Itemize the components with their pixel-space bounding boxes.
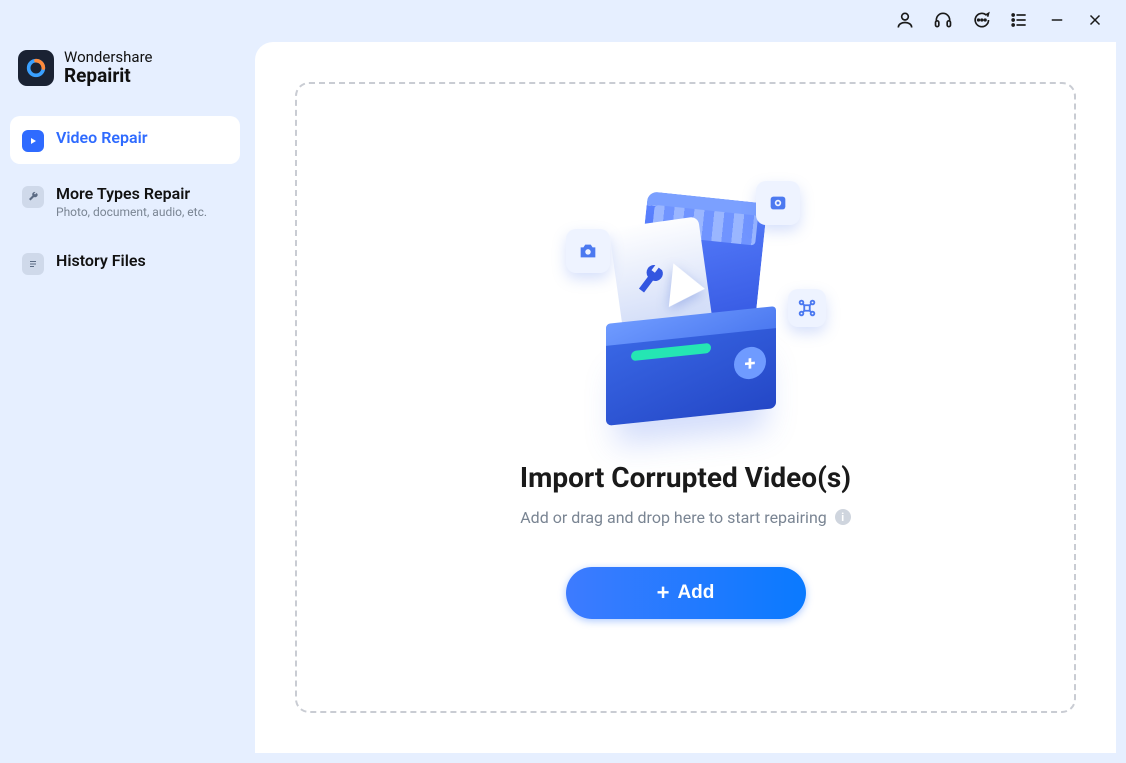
sidebar: Wondershare Repairit Video Repair More T…	[0, 0, 250, 763]
dropzone[interactable]: + Import Corrupted Video(s) Add or drag …	[295, 82, 1076, 713]
info-icon[interactable]: i	[835, 509, 851, 525]
logo-icon	[18, 50, 54, 86]
wrench-icon	[22, 186, 44, 208]
plus-icon: +	[657, 582, 670, 604]
camera-chip-icon	[566, 229, 610, 273]
sidebar-item-more-types[interactable]: More Types Repair Photo, document, audio…	[10, 172, 240, 231]
minimize-icon[interactable]	[1046, 9, 1068, 31]
drone-chip-icon	[788, 289, 826, 327]
import-heading: Import Corrupted Video(s)	[520, 461, 851, 494]
sidebar-item-label: More Types Repair	[56, 184, 207, 203]
sidebar-item-history[interactable]: History Files	[10, 239, 240, 287]
document-icon	[22, 253, 44, 275]
sidebar-item-video-repair[interactable]: Video Repair	[10, 116, 240, 164]
titlebar	[894, 0, 1126, 40]
user-icon[interactable]	[894, 9, 916, 31]
add-button[interactable]: + Add	[566, 567, 806, 619]
headset-icon[interactable]	[932, 9, 954, 31]
import-subtext: Add or drag and drop here to start repai…	[520, 508, 827, 527]
close-icon[interactable]	[1084, 9, 1106, 31]
list-icon[interactable]	[1008, 9, 1030, 31]
video-icon	[22, 130, 44, 152]
app-logo: Wondershare Repairit	[10, 50, 240, 116]
chat-icon[interactable]	[970, 9, 992, 31]
sidebar-item-label: Video Repair	[56, 128, 147, 147]
sidebar-item-label: History Files	[56, 251, 146, 270]
record-chip-icon	[756, 181, 800, 225]
sidebar-item-sub: Photo, document, audio, etc.	[56, 205, 207, 219]
add-button-label: Add	[677, 582, 714, 604]
import-subtext-row: Add or drag and drop here to start repai…	[520, 508, 851, 527]
main-panel: + Import Corrupted Video(s) Add or drag …	[255, 42, 1116, 753]
import-illustration: +	[546, 177, 826, 427]
brand-bottom: Repairit	[64, 66, 152, 86]
